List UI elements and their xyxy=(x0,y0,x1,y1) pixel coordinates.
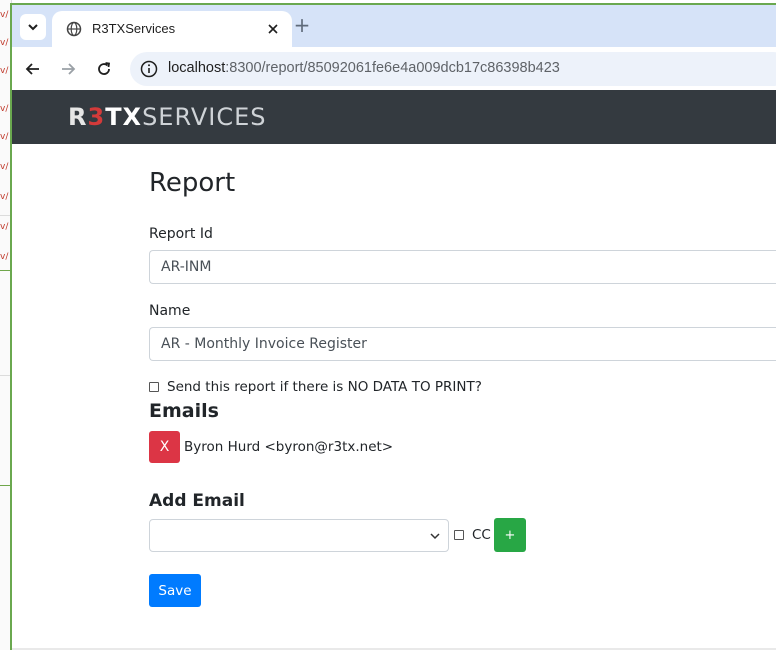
email-entry: Byron Hurd <byron@r3tx.net> xyxy=(184,439,394,455)
tab-search-icon xyxy=(28,24,38,31)
cc-checkbox[interactable] xyxy=(454,530,464,540)
brand-services: SERVICES xyxy=(142,103,267,131)
reload-button[interactable] xyxy=(93,58,115,80)
new-tab-button[interactable]: + xyxy=(292,13,312,37)
background-window-fragment: v/ xyxy=(0,192,9,202)
tab-strip: R3TXServices + xyxy=(12,5,776,47)
url-path: :8300/report/85092061fe6e4a009dcb17c8639… xyxy=(225,60,560,76)
tab-r3txservices[interactable]: R3TXServices xyxy=(52,11,292,47)
tab-search-button[interactable] xyxy=(20,14,46,40)
reload-icon xyxy=(98,62,111,75)
name-label: Name xyxy=(149,303,191,319)
report-form: Report Report Id Name Send this report i… xyxy=(149,144,776,650)
brand-digit-3: 3 xyxy=(87,103,106,131)
emails-heading: Emails xyxy=(149,400,219,422)
tab-close-button[interactable] xyxy=(264,20,282,38)
nodata-label[interactable]: Send this report if there is NO DATA TO … xyxy=(167,379,482,395)
browser-window: R3TXServices + localhost:8300/report/850… xyxy=(10,3,776,650)
plus-icon: + xyxy=(293,13,311,37)
chevron-down-icon xyxy=(430,533,440,540)
forward-arrow-icon xyxy=(62,63,76,75)
brand-letter-r: R xyxy=(68,103,88,131)
url-host: localhost xyxy=(168,60,226,76)
browser-toolbar: localhost:8300/report/85092061fe6e4a009d… xyxy=(12,47,776,90)
nodata-checkbox[interactable] xyxy=(149,382,159,392)
background-window-fragment: v/ xyxy=(0,66,9,76)
address-bar[interactable]: localhost:8300/report/85092061fe6e4a009d… xyxy=(130,52,776,86)
forward-button[interactable] xyxy=(57,58,79,80)
report-id-label: Report Id xyxy=(149,226,213,242)
background-window-fragment: v/ xyxy=(0,104,9,114)
add-email-heading: Add Email xyxy=(149,491,245,511)
site-navbar: R3TXSERVICES xyxy=(12,90,776,144)
url-text: localhost:8300/report/85092061fe6e4a009d… xyxy=(168,60,560,76)
background-window-fragment: v/ xyxy=(0,10,9,20)
back-button[interactable] xyxy=(22,58,44,80)
add-email-select[interactable] xyxy=(149,519,449,552)
background-window-fragment: v/ xyxy=(0,132,9,142)
tab-title: R3TXServices xyxy=(92,21,176,36)
site-info-icon[interactable] xyxy=(140,60,158,78)
page-title: Report xyxy=(149,168,236,198)
report-id-input[interactable] xyxy=(149,250,776,284)
name-input[interactable] xyxy=(149,327,776,361)
close-icon xyxy=(268,24,278,34)
add-email-button[interactable]: + xyxy=(494,518,526,552)
brand-logo[interactable]: R3TXSERVICES xyxy=(68,103,266,131)
nodata-option: Send this report if there is NO DATA TO … xyxy=(149,378,482,396)
save-button[interactable]: Save xyxy=(149,574,201,607)
remove-email-button[interactable]: X xyxy=(149,431,180,463)
globe-icon xyxy=(66,21,82,37)
background-window-fragment: v/ xyxy=(0,222,9,232)
brand-letters-tx: TX xyxy=(105,103,143,131)
back-arrow-icon xyxy=(25,63,39,75)
email-list-item: X Byron Hurd <byron@r3tx.net> xyxy=(149,431,393,463)
background-window-fragment: v/ xyxy=(0,162,9,172)
cc-label[interactable]: CC xyxy=(472,527,491,543)
background-window-fragment: v/ xyxy=(0,38,9,48)
background-window-fragment: v/ xyxy=(0,252,9,262)
